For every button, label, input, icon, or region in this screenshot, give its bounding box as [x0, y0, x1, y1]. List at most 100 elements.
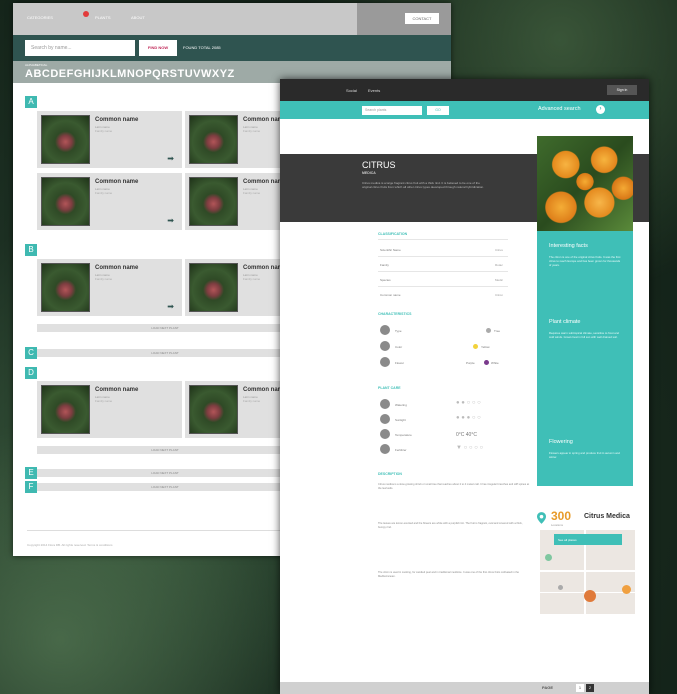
page-2-button[interactable]: 2: [586, 684, 594, 692]
section-e[interactable]: E: [25, 467, 37, 479]
nav-about[interactable]: ABOUT: [131, 15, 145, 20]
arrow-right-icon[interactable]: ➡: [167, 216, 174, 225]
plant-thumbnail: [189, 385, 238, 434]
class-value: Citron: [495, 293, 504, 297]
plant-description: Citrus medica is a large fragrant citrus…: [362, 181, 485, 189]
load-more-button[interactable]: LOAD NEXT PLANT: [37, 446, 293, 454]
arrow-right-icon[interactable]: ➡: [167, 302, 174, 311]
search-input[interactable]: Search by name...: [25, 40, 135, 56]
contact-button[interactable]: CONTACT: [405, 13, 439, 24]
map-marker[interactable]: [622, 585, 631, 594]
detail-search-bar: Search plants GO Advanced search ›: [280, 101, 649, 119]
load-more-button[interactable]: LOAD NEXT PLANT: [37, 324, 293, 332]
char-label: Flower: [395, 361, 405, 365]
map-marker[interactable]: [558, 585, 563, 590]
nav-social[interactable]: Social: [346, 88, 357, 93]
left-top-nav: CATEGORIES PLANTS ABOUT CONTACT: [13, 3, 451, 35]
sidebar-title: Flowering: [549, 439, 573, 445]
common-name: Common name: [95, 179, 139, 185]
plant-detail-window: Social Events Sign in Search plants GO A…: [280, 79, 649, 694]
color-icon: [380, 341, 390, 351]
arrow-right-icon[interactable]: ➡: [167, 154, 174, 163]
nav-events[interactable]: Events: [368, 88, 380, 93]
fertilizer-icon: [380, 444, 390, 454]
plant-card[interactable]: Common name Latin name Family name ➡: [37, 111, 182, 168]
section-a[interactable]: A: [25, 96, 37, 108]
char-option: Tree: [494, 329, 501, 333]
chevron-down-icon[interactable]: ›: [596, 105, 605, 114]
alphabet-letters[interactable]: ABCDEFGHIJKLMNOPQRSTUVWXYZ: [25, 68, 235, 80]
temperature-range: 0°C 40°C: [456, 432, 477, 438]
care-label: Sunlight: [395, 418, 406, 422]
family-name: Family name: [95, 277, 113, 281]
characteristics-title: CHARACTERISTICS: [378, 312, 412, 316]
total-count: FOUND TOTAL 2085: [183, 45, 221, 50]
section-d[interactable]: D: [25, 367, 37, 379]
alphabet-label: ALPHABETICAL: [25, 63, 48, 67]
map-search-bar[interactable]: See all places: [554, 534, 622, 545]
advanced-search-link[interactable]: Advanced search: [538, 106, 581, 112]
detail-search-button[interactable]: GO: [427, 106, 449, 115]
common-name: Common name: [95, 387, 139, 393]
care-label: Fertilizer: [395, 448, 407, 452]
map-road: [540, 570, 635, 572]
nav-categories[interactable]: CATEGORIES: [27, 15, 53, 20]
search-bar: Search by name... FIND NOW FOUND TOTAL 2…: [13, 35, 451, 61]
description-title: DESCRIPTION: [378, 472, 402, 476]
info-sidebar: Interesting facts The citron is one of t…: [537, 231, 633, 486]
water-drop-rating-icon: ● ● ○ ○ ○: [456, 400, 481, 406]
class-label: Species: [380, 278, 391, 282]
find-now-button[interactable]: FIND NOW: [139, 40, 177, 56]
plant-thumbnail: [189, 263, 238, 312]
plant-card[interactable]: Common name Latin name Family name ➡: [37, 173, 182, 230]
plant-card[interactable]: Common name Latin name Family name: [37, 381, 182, 438]
load-more-button[interactable]: LOAD NEXT PLANT: [37, 483, 293, 491]
location-map[interactable]: See all places: [540, 530, 635, 614]
class-value: Citrus: [495, 248, 503, 252]
plant-title: CITRUS: [362, 160, 396, 170]
location-count: 300: [551, 509, 572, 523]
class-label: Common name: [380, 293, 401, 297]
plant-thumbnail: [41, 177, 90, 226]
plant-thumbnail: [41, 263, 90, 312]
map-title: Citrus Medica: [584, 513, 630, 520]
plant-subtitle: MEDICA: [362, 171, 376, 175]
family-name: Family name: [243, 277, 261, 281]
class-value: Rutac: [495, 263, 503, 267]
location-count-label: Locations: [551, 523, 563, 527]
family-name: Family name: [243, 191, 261, 195]
nav-plants[interactable]: PLANTS: [95, 15, 111, 20]
plant-card[interactable]: Common name Latin name Family name ➡: [37, 259, 182, 316]
divider: [378, 271, 508, 272]
char-option: Purple: [466, 361, 475, 365]
class-value: Medic: [495, 278, 504, 282]
load-more-button[interactable]: LOAD NEXT PLANT: [37, 349, 293, 357]
class-label: Family: [380, 263, 389, 267]
plant-thumbnail: [189, 115, 238, 164]
map-marker[interactable]: [545, 554, 552, 561]
family-name: Family name: [95, 191, 113, 195]
common-name: Common name: [95, 117, 139, 123]
section-c[interactable]: C: [25, 347, 37, 359]
flower-swatch: [484, 360, 489, 365]
care-label: Temperature: [395, 433, 412, 437]
plant-thumbnail: [41, 385, 90, 434]
description-paragraph: The leaves are lemon-scented and the flo…: [378, 522, 523, 529]
load-more-button[interactable]: LOAD NEXT PLANT: [37, 469, 293, 477]
description-paragraph: Citrus medica is a slow-growing shrub or…: [378, 483, 530, 490]
care-title: PLANT CARE: [378, 386, 401, 390]
sign-in-button[interactable]: Sign in: [607, 85, 637, 95]
detail-search-input[interactable]: Search plants: [362, 106, 422, 115]
description-paragraph: The citron is used in cooking, for candi…: [378, 571, 520, 578]
location-pin-icon: [83, 11, 89, 17]
section-f[interactable]: F: [25, 481, 37, 493]
map-marker[interactable]: [584, 590, 596, 602]
flower-icon: [380, 357, 390, 367]
left-footer: Copyright 2014 Flora DB. All rights rese…: [27, 543, 113, 547]
section-b[interactable]: B: [25, 244, 37, 256]
page-1-button[interactable]: 1: [576, 684, 584, 692]
tree-icon: [486, 328, 491, 333]
sidebar-text: Flowers appear in spring and produce fru…: [549, 451, 620, 459]
family-name: Family name: [95, 129, 113, 133]
fertilizer-rating-icon: ▼ ○ ○ ○ ○: [456, 445, 484, 451]
